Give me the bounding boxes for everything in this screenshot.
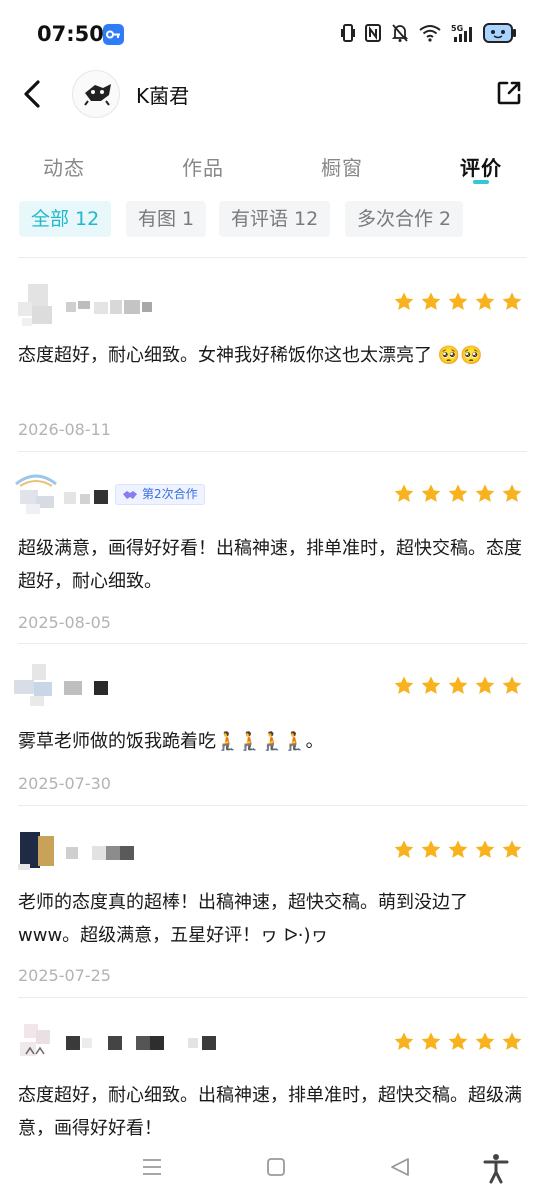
star-icon [475,840,495,858]
star-icon [421,676,441,694]
profile-name: K菌君 [136,84,190,108]
masked-nickname [64,488,110,510]
reviewer-avatar[interactable] [14,472,58,516]
star-icon [502,676,522,694]
rating-stars [393,1031,523,1053]
star-icon [394,676,414,694]
divider [18,643,527,644]
status-icons: 5G [341,22,517,48]
divider [18,257,527,258]
star-icon [448,484,468,502]
review-text: 老师的态度真的超棒！出稿神速，超快交稿。萌到没边了www。超级满意，五星好评！ヮ… [18,892,468,946]
tab-works[interactable]: 作品 [182,152,224,181]
star-icon [421,1032,441,1050]
share-icon[interactable] [496,80,522,106]
star-icon [475,1032,495,1050]
back-button[interactable] [18,78,48,110]
divider [18,805,527,806]
star-icon [421,484,441,502]
review-text: 态度超好，耐心细致。出稿神速，排单准时，超快交稿。超级满意，画得好好看！ [18,1085,522,1139]
status-time: 07:50 [37,22,104,46]
star-icon [502,840,522,858]
star-icon [448,292,468,310]
tab-active-indicator [473,180,489,184]
bell-off-icon [391,23,409,47]
star-icon [394,840,414,858]
star-icon [448,676,468,694]
battery-icon [483,23,517,47]
masked-nickname [66,844,138,864]
star-icon [475,484,495,502]
accessibility-icon[interactable] [482,1150,510,1186]
profile-avatar[interactable] [72,70,120,118]
review-date: 2025-08-05 [18,613,111,632]
menu-nav-button[interactable] [140,1150,164,1186]
back-nav-button[interactable] [388,1150,412,1186]
star-icon [502,292,522,310]
star-icon [421,292,441,310]
reviewer-avatar[interactable] [14,284,58,328]
tab-moments[interactable]: 动态 [43,152,85,181]
review-text: 态度超好，耐心细致。女神我好稀饭你这也太漂亮了 🥺🥺 [18,345,483,366]
repeat-collab-label: 第2次合作 [142,487,198,501]
handshake-icon [123,491,137,499]
filter-repeat-collab[interactable]: 多次合作 2 [345,201,464,237]
star-icon [448,840,468,858]
review-text: 超级满意，画得好好看！出稿神速，排单准时，超快交稿。态度超好，耐心细致。 [18,538,522,592]
rating-stars [393,291,523,313]
star-icon [421,840,441,858]
divider [18,451,527,452]
wifi-icon [419,24,441,46]
home-nav-button[interactable] [264,1150,288,1186]
reviewer-avatar[interactable] [14,664,58,708]
filter-all[interactable]: 全部 12 [19,201,112,237]
rating-stars [393,839,523,861]
reviewer-avatar[interactable] [14,1018,58,1062]
svg-text:5G: 5G [451,24,463,33]
star-icon [394,292,414,310]
signal-5g-icon: 5G [451,23,473,47]
vpn-key-icon [103,24,124,45]
filter-with-images[interactable]: 有图 1 [126,201,207,237]
status-bar: 07:50 5G [0,0,545,70]
rating-stars [393,675,523,697]
repeat-collab-badge: 第2次合作 [115,484,205,505]
star-icon [475,292,495,310]
star-icon [394,1032,414,1050]
masked-nickname [64,680,110,700]
review-date: 2025-07-30 [18,774,111,793]
review-date: 2025-07-25 [18,966,111,985]
reviewer-avatar[interactable] [14,828,58,872]
rating-stars [393,483,523,505]
star-icon [475,676,495,694]
nfc-icon [365,24,381,46]
review-text: 雾草老师做的饭我跪着吃🧎🧎🧎🧎。 [18,731,324,752]
masked-nickname [66,1035,222,1055]
filter-with-comments[interactable]: 有评语 12 [219,201,331,237]
divider [18,997,527,998]
star-icon [502,1032,522,1050]
star-icon [448,1032,468,1050]
star-icon [394,484,414,502]
tab-reviews[interactable]: 评价 [460,152,502,181]
review-date: 2026-08-11 [18,420,111,439]
star-icon [502,484,522,502]
masked-nickname [66,298,156,318]
vibrate-icon [341,24,355,46]
tab-showcase[interactable]: 橱窗 [321,152,363,181]
